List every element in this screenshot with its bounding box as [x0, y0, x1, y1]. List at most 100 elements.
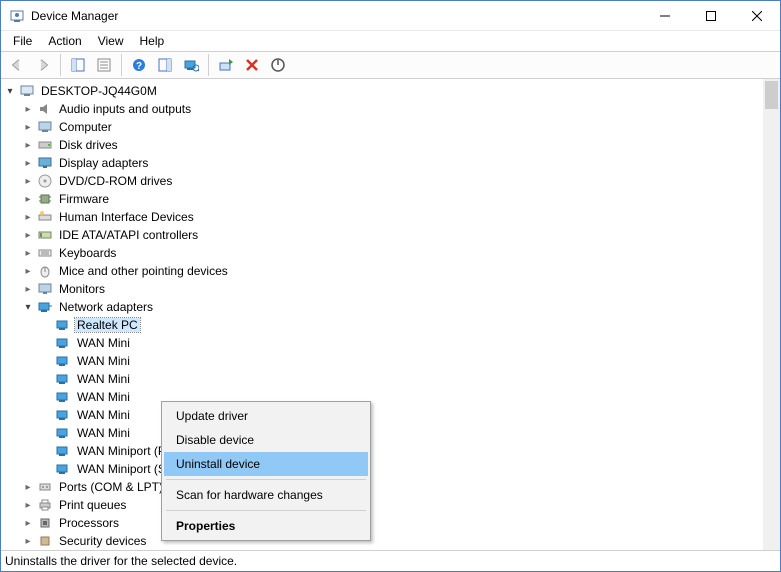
chevron-right-icon[interactable]: ▸	[21, 246, 35, 260]
network-adapter-icon	[55, 353, 71, 369]
menu-help[interactable]: Help	[132, 32, 173, 50]
chevron-down-icon[interactable]: ▾	[21, 300, 35, 314]
tree-item-wan3[interactable]: WAN Mini	[3, 370, 780, 388]
chevron-right-icon[interactable]: ▸	[21, 282, 35, 296]
forward-button[interactable]	[31, 53, 55, 77]
tree-item-realtek-label: Realtek PC	[75, 318, 140, 332]
tree-item-wan-pptp[interactable]: WAN Miniport (PPTP)	[3, 442, 780, 460]
tree-item-wan1[interactable]: WAN Mini	[3, 334, 780, 352]
toolbar: ?	[1, 51, 780, 79]
mouse-icon	[37, 263, 53, 279]
chevron-right-icon[interactable]: ▸	[21, 174, 35, 188]
vertical-scrollbar[interactable]	[763, 79, 780, 550]
action-pane-button[interactable]	[153, 53, 177, 77]
tree-item-ports[interactable]: ▸Ports (COM & LPT)	[3, 478, 780, 496]
update-driver-button[interactable]	[214, 53, 238, 77]
tree-item-ide[interactable]: ▸IDE ATA/ATAPI controllers	[3, 226, 780, 244]
chevron-down-icon[interactable]: ▾	[3, 84, 17, 98]
close-button[interactable]	[734, 1, 780, 31]
tree-item-processors[interactable]: ▸Processors	[3, 514, 780, 532]
statusbar: Uninstalls the driver for the selected d…	[1, 551, 780, 571]
menu-action[interactable]: Action	[40, 32, 89, 50]
disk-icon	[37, 137, 53, 153]
menu-file[interactable]: File	[5, 32, 40, 50]
security-icon	[37, 533, 53, 549]
tree-item-wan-sstp[interactable]: WAN Miniport (SSTP)	[3, 460, 780, 478]
chevron-right-icon[interactable]: ▸	[21, 516, 35, 530]
tree-item-wan5[interactable]: WAN Mini	[3, 406, 780, 424]
tree-item-network[interactable]: ▾Network adapters	[3, 298, 780, 316]
tree-item-firmware[interactable]: ▸Firmware	[3, 190, 780, 208]
chevron-right-icon[interactable]: ▸	[21, 480, 35, 494]
tree-item-wan4[interactable]: WAN Mini	[3, 388, 780, 406]
ports-icon	[37, 479, 53, 495]
context-properties[interactable]: Properties	[164, 514, 368, 538]
keyboard-icon	[37, 245, 53, 261]
network-adapter-icon	[55, 461, 71, 477]
tree-item-audio[interactable]: ▸Audio inputs and outputs	[3, 100, 780, 118]
network-adapter-icon	[55, 389, 71, 405]
tree-item-security[interactable]: ▸Security devices	[3, 532, 780, 550]
chip-icon	[37, 191, 53, 207]
disc-icon	[37, 173, 53, 189]
display-adapter-icon	[37, 155, 53, 171]
show-hide-console-tree-button[interactable]	[66, 53, 90, 77]
tree-item-wan6[interactable]: WAN Mini	[3, 424, 780, 442]
uninstall-button[interactable]	[240, 53, 264, 77]
tree-item-computer[interactable]: ▸Computer	[3, 118, 780, 136]
tree-item-realtek[interactable]: Realtek PC	[3, 316, 780, 334]
context-update-driver[interactable]: Update driver	[164, 404, 368, 428]
chevron-right-icon[interactable]: ▸	[21, 138, 35, 152]
monitor-icon	[37, 281, 53, 297]
content-area: ▾ DESKTOP-JQ44G0M ▸Audio inputs and outp…	[1, 79, 780, 551]
tree-item-display[interactable]: ▸Display adapters	[3, 154, 780, 172]
ide-icon	[37, 227, 53, 243]
tree-item-printq[interactable]: ▸Print queues	[3, 496, 780, 514]
tree-root-label: DESKTOP-JQ44G0M	[39, 84, 159, 98]
context-disable-device[interactable]: Disable device	[164, 428, 368, 452]
chevron-right-icon[interactable]: ▸	[21, 264, 35, 278]
computer-icon	[19, 83, 35, 99]
tree-root[interactable]: ▾ DESKTOP-JQ44G0M	[3, 82, 780, 100]
app-icon	[9, 8, 25, 24]
network-icon	[37, 299, 53, 315]
context-uninstall-device[interactable]: Uninstall device	[164, 452, 368, 476]
maximize-button[interactable]	[688, 1, 734, 31]
menubar: File Action View Help	[1, 31, 780, 51]
tree-item-monitors[interactable]: ▸Monitors	[3, 280, 780, 298]
back-button[interactable]	[5, 53, 29, 77]
chevron-right-icon[interactable]: ▸	[21, 534, 35, 548]
context-separator	[166, 479, 366, 480]
chevron-right-icon[interactable]: ▸	[21, 156, 35, 170]
printer-icon	[37, 497, 53, 513]
chevron-right-icon[interactable]: ▸	[21, 210, 35, 224]
properties-button[interactable]	[92, 53, 116, 77]
chevron-right-icon[interactable]: ▸	[21, 498, 35, 512]
scrollbar-thumb[interactable]	[765, 81, 778, 109]
context-scan-hardware[interactable]: Scan for hardware changes	[164, 483, 368, 507]
chevron-right-icon[interactable]: ▸	[21, 120, 35, 134]
speaker-icon	[37, 101, 53, 117]
help-button[interactable]: ?	[127, 53, 151, 77]
network-adapter-icon	[55, 335, 71, 351]
chevron-right-icon[interactable]: ▸	[21, 228, 35, 242]
chevron-right-icon[interactable]: ▸	[21, 192, 35, 206]
statusbar-text: Uninstalls the driver for the selected d…	[5, 554, 237, 568]
hid-icon	[37, 209, 53, 225]
tree-item-dvd[interactable]: ▸DVD/CD-ROM drives	[3, 172, 780, 190]
menu-view[interactable]: View	[90, 32, 132, 50]
scan-hardware-button[interactable]	[179, 53, 203, 77]
tree-item-disk[interactable]: ▸Disk drives	[3, 136, 780, 154]
network-adapter-icon	[55, 371, 71, 387]
tree-item-wan2[interactable]: WAN Mini	[3, 352, 780, 370]
context-menu: Update driver Disable device Uninstall d…	[161, 401, 371, 541]
device-tree[interactable]: ▾ DESKTOP-JQ44G0M ▸Audio inputs and outp…	[1, 79, 780, 550]
disable-button[interactable]	[266, 53, 290, 77]
tree-item-keyboards[interactable]: ▸Keyboards	[3, 244, 780, 262]
chevron-right-icon[interactable]: ▸	[21, 102, 35, 116]
svg-text:?: ?	[136, 61, 142, 72]
network-adapter-icon	[55, 407, 71, 423]
tree-item-hid[interactable]: ▸Human Interface Devices	[3, 208, 780, 226]
minimize-button[interactable]	[642, 1, 688, 31]
tree-item-mice[interactable]: ▸Mice and other pointing devices	[3, 262, 780, 280]
